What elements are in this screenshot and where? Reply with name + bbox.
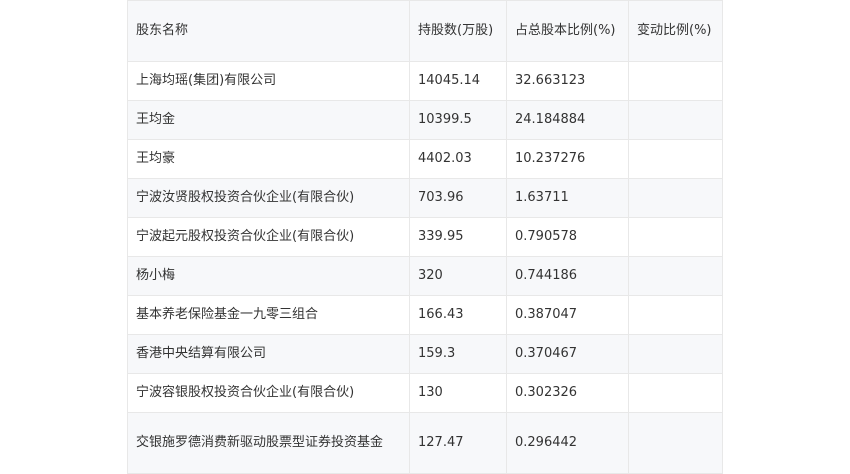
cell-share-ratio: 32.663123 <box>506 61 629 101</box>
cell-share-ratio: 10.237276 <box>506 139 629 179</box>
shareholder-table-container: 股东名称 持股数(万股) 占总股本比例(%) 变动比例(%) 上海均瑶(集团)有… <box>127 0 723 474</box>
header-share-ratio: 占总股本比例(%) <box>506 0 629 62</box>
cell-change-ratio <box>628 295 723 335</box>
cell-shareholder-name: 基本养老保险基金一九零三组合 <box>127 295 410 335</box>
cell-share-ratio: 0.387047 <box>506 295 629 335</box>
cell-shareholder-name: 宁波汝贤股权投资合伙企业(有限合伙) <box>127 178 410 218</box>
table-row: 交银施罗德消费新驱动股票型证券投资基金 127.47 0.296442 <box>127 412 723 474</box>
cell-change-ratio <box>628 217 723 257</box>
cell-share-ratio: 0.296442 <box>506 412 629 474</box>
cell-shares-held: 320 <box>409 256 507 296</box>
cell-shareholder-name: 交银施罗德消费新驱动股票型证券投资基金 <box>127 412 410 474</box>
cell-change-ratio <box>628 412 723 474</box>
cell-shares-held: 166.43 <box>409 295 507 335</box>
cell-share-ratio: 0.744186 <box>506 256 629 296</box>
cell-change-ratio <box>628 100 723 140</box>
cell-change-ratio <box>628 256 723 296</box>
cell-share-ratio: 0.790578 <box>506 217 629 257</box>
cell-shares-held: 4402.03 <box>409 139 507 179</box>
cell-shareholder-name: 上海均瑶(集团)有限公司 <box>127 61 410 101</box>
cell-change-ratio <box>628 178 723 218</box>
cell-share-ratio: 0.370467 <box>506 334 629 374</box>
table-row: 基本养老保险基金一九零三组合 166.43 0.387047 <box>127 295 723 335</box>
table-row: 宁波汝贤股权投资合伙企业(有限合伙) 703.96 1.63711 <box>127 178 723 218</box>
cell-change-ratio <box>628 334 723 374</box>
table-row: 王均金 10399.5 24.184884 <box>127 100 723 140</box>
cell-shares-held: 14045.14 <box>409 61 507 101</box>
cell-share-ratio: 24.184884 <box>506 100 629 140</box>
table-row: 上海均瑶(集团)有限公司 14045.14 32.663123 <box>127 61 723 101</box>
table-row: 宁波容银股权投资合伙企业(有限合伙) 130 0.302326 <box>127 373 723 413</box>
cell-share-ratio: 1.63711 <box>506 178 629 218</box>
cell-change-ratio <box>628 61 723 101</box>
cell-shareholder-name: 宁波起元股权投资合伙企业(有限合伙) <box>127 217 410 257</box>
cell-change-ratio <box>628 139 723 179</box>
cell-shares-held: 10399.5 <box>409 100 507 140</box>
table-row: 杨小梅 320 0.744186 <box>127 256 723 296</box>
table-header-row: 股东名称 持股数(万股) 占总股本比例(%) 变动比例(%) <box>127 0 723 62</box>
header-shares-held: 持股数(万股) <box>409 0 507 62</box>
table-row: 宁波起元股权投资合伙企业(有限合伙) 339.95 0.790578 <box>127 217 723 257</box>
cell-shares-held: 130 <box>409 373 507 413</box>
cell-shareholder-name: 杨小梅 <box>127 256 410 296</box>
cell-shareholder-name: 王均豪 <box>127 139 410 179</box>
header-change-ratio: 变动比例(%) <box>628 0 723 62</box>
cell-shareholder-name: 香港中央结算有限公司 <box>127 334 410 374</box>
cell-shareholder-name: 宁波容银股权投资合伙企业(有限合伙) <box>127 373 410 413</box>
header-shareholder-name: 股东名称 <box>127 0 410 62</box>
table-row: 王均豪 4402.03 10.237276 <box>127 139 723 179</box>
cell-shares-held: 339.95 <box>409 217 507 257</box>
cell-share-ratio: 0.302326 <box>506 373 629 413</box>
shareholder-table: 股东名称 持股数(万股) 占总股本比例(%) 变动比例(%) 上海均瑶(集团)有… <box>127 0 723 474</box>
cell-shares-held: 127.47 <box>409 412 507 474</box>
table-row: 香港中央结算有限公司 159.3 0.370467 <box>127 334 723 374</box>
cell-shares-held: 703.96 <box>409 178 507 218</box>
cell-shares-held: 159.3 <box>409 334 507 374</box>
cell-change-ratio <box>628 373 723 413</box>
cell-shareholder-name: 王均金 <box>127 100 410 140</box>
